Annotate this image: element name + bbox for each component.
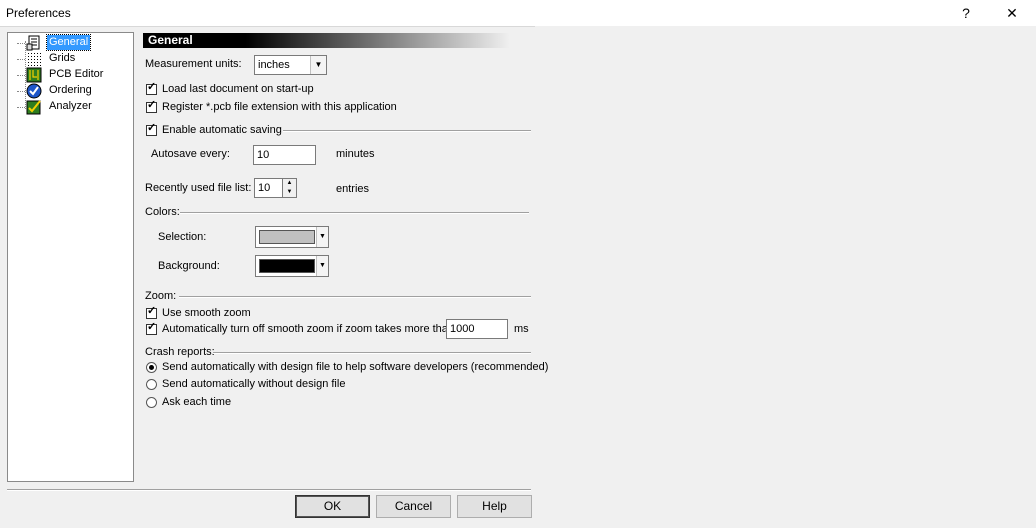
autosave-checkbox[interactable]: ✓ — [146, 122, 157, 136]
measurement-units-value: inches — [258, 59, 290, 71]
crash-ask-label: Ask each time — [162, 396, 232, 408]
auto-off-zoom-ms-label: ms — [514, 323, 529, 335]
tree-item-label: Analyzer — [49, 100, 92, 112]
recent-files-input[interactable]: 10 — [254, 178, 283, 198]
tree-item-analyzer[interactable]: Analyzer — [8, 99, 128, 115]
auto-off-zoom-input[interactable]: 1000 — [446, 319, 508, 339]
help-title-button[interactable]: ? — [943, 0, 989, 26]
auto-off-zoom-checkbox[interactable]: ✓ — [146, 321, 157, 335]
colors-divider — [180, 212, 529, 214]
chevron-down-icon: ▼ — [310, 56, 326, 74]
crash-with-design-radio[interactable] — [146, 362, 157, 373]
bottom-divider — [7, 489, 531, 491]
autosave-every-label: Autosave every: — [151, 148, 230, 160]
smooth-zoom-label: Use smooth zoom — [162, 307, 251, 319]
general-page-icon — [26, 35, 40, 51]
tree-item-label: Grids — [49, 52, 76, 64]
measurement-units-select[interactable]: inches ▼ — [254, 55, 327, 75]
tree-item-label: PCB Editor — [49, 68, 104, 80]
crash-with-design-label: Send automatically with design file to h… — [162, 361, 549, 373]
cancel-button[interactable]: Cancel — [376, 495, 451, 518]
category-tree[interactable]: General Grids PCB Editor Ordering Analyz… — [7, 32, 134, 482]
measurement-units-label: Measurement units: — [145, 58, 242, 70]
chevron-down-icon: ▼ — [316, 256, 328, 276]
check-mark-icon: ✓ — [147, 99, 157, 111]
auto-off-zoom-label: Automatically turn off smooth zoom if zo… — [162, 323, 455, 335]
smooth-zoom-checkbox[interactable]: ✓ — [146, 305, 157, 319]
tree-item-ordering[interactable]: Ordering — [8, 83, 128, 99]
tree-item-general[interactable]: General — [8, 34, 128, 51]
grid-dots-icon — [28, 53, 41, 66]
crash-reports-group-label: Crash reports: — [145, 346, 215, 358]
tree-item-grids[interactable]: Grids — [8, 51, 128, 67]
recent-files-entries-label: entries — [336, 183, 370, 195]
recent-files-stepper[interactable]: ▲ ▼ — [282, 178, 297, 198]
analyzer-check-icon — [26, 100, 41, 115]
background-color-label: Background: — [158, 260, 220, 272]
check-mark-icon: ✓ — [147, 122, 157, 134]
autosave-divider — [283, 130, 531, 132]
chevron-down-icon: ▼ — [316, 227, 328, 247]
recent-files-label: Recently used file list: — [145, 182, 252, 194]
zoom-group-label: Zoom: — [145, 290, 177, 302]
tree-item-label: General — [45, 34, 92, 51]
empty-area — [535, 26, 1036, 528]
spin-up-icon[interactable]: ▲ — [283, 179, 296, 188]
crash-without-design-label: Send automatically without design file — [162, 378, 346, 390]
title-bar: Preferences ? ✕ — [0, 0, 1036, 27]
window-title: Preferences — [6, 6, 71, 20]
zoom-divider — [179, 296, 531, 298]
load-last-checkbox[interactable]: ✓ — [146, 81, 157, 95]
ok-button[interactable]: OK — [295, 495, 370, 518]
load-last-label: Load last document on start-up — [162, 83, 314, 95]
pcb-board-icon — [26, 67, 42, 83]
selection-color-label: Selection: — [158, 231, 207, 243]
help-button[interactable]: Help — [457, 495, 532, 518]
background-color-swatch — [259, 259, 315, 273]
section-header: General — [143, 33, 510, 48]
register-ext-label: Register *.pcb file extension with this … — [162, 101, 397, 113]
selection-color-picker[interactable]: ▼ — [255, 226, 329, 248]
check-mark-icon: ✓ — [147, 305, 157, 317]
tree-item-pcb-editor[interactable]: PCB Editor — [8, 67, 128, 83]
close-window-button[interactable]: ✕ — [989, 0, 1035, 26]
crash-ask-radio[interactable] — [146, 397, 157, 408]
register-ext-checkbox[interactable]: ✓ — [146, 99, 157, 113]
spin-down-icon[interactable]: ▼ — [283, 188, 296, 197]
background-color-picker[interactable]: ▼ — [255, 255, 329, 277]
autosave-minutes-label: minutes — [336, 148, 375, 160]
crash-without-design-radio[interactable] — [146, 379, 157, 390]
check-mark-icon: ✓ — [147, 81, 157, 93]
colors-group-label: Colors: — [145, 206, 180, 218]
autosave-label: Enable automatic saving — [162, 124, 282, 136]
crash-reports-divider — [213, 352, 531, 354]
ordering-check-icon — [26, 83, 42, 99]
check-mark-icon: ✓ — [147, 321, 157, 333]
selection-color-swatch — [259, 230, 315, 244]
autosave-every-input[interactable]: 10 — [253, 145, 316, 165]
tree-item-label: Ordering — [49, 84, 92, 96]
